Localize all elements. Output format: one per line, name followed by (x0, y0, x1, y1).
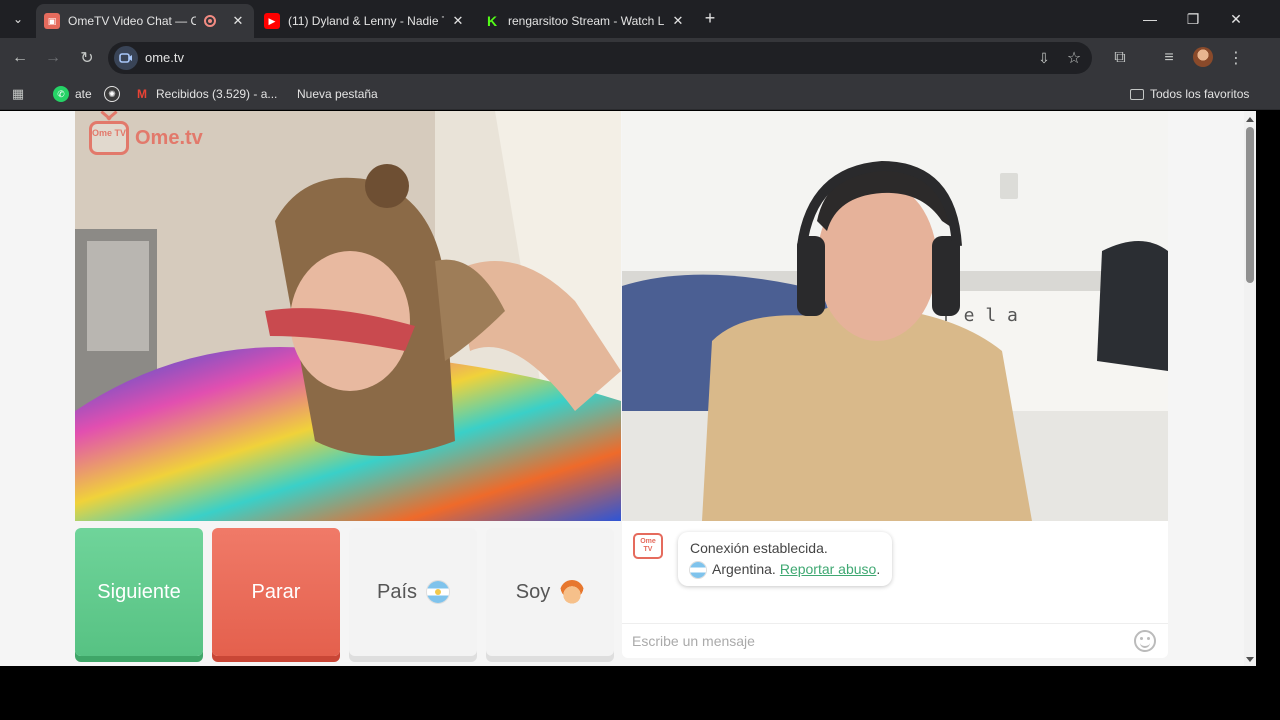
chat-panel: Ome TV Conexión establecida. Argentina. … (622, 521, 1168, 658)
new-tab-plus-icon[interactable]: + (700, 8, 720, 28)
install-app-icon[interactable]: ⇩ (1032, 46, 1056, 70)
address-bar[interactable]: ome.tv ⇩ ☆ (108, 42, 1092, 74)
close-window-icon[interactable]: ✕ (1216, 6, 1256, 32)
page-scrollbar[interactable] (1244, 111, 1256, 666)
country-button[interactable]: País (349, 528, 477, 656)
restore-icon[interactable]: ❐ (1173, 6, 1213, 32)
browser-toolbar: ← → ↻ ome.tv ⇩ ☆ ⧉ ≡ ⋮ (0, 38, 1280, 78)
url-text: ome.tv (145, 50, 185, 65)
tab-close-icon[interactable]: ✕ (670, 13, 686, 29)
next-button-label: Siguiente (97, 580, 181, 603)
tab-youtube[interactable]: ▶ (11) Dyland & Lenny - Nadie Te ✕ (256, 4, 474, 38)
message-placeholder: Escribe un mensaje (632, 633, 755, 649)
bookmark-label: Recibidos (3.529) - a... (156, 87, 278, 101)
tab-kick[interactable]: K rengarsitoo Stream - Watch Live ✕ (476, 4, 694, 38)
bookmark-new-tab[interactable]: Nueva pestaña (297, 85, 378, 103)
country-button-label: País (376, 580, 418, 603)
ometv-favicon-icon: ▣ (44, 13, 60, 29)
emoji-smiley-icon[interactable] (1134, 630, 1156, 652)
bookmark-label: Nueva pestaña (297, 87, 378, 101)
logo-text: Ome.tv (135, 126, 203, 149)
scroll-down-arrow-icon[interactable] (1246, 657, 1254, 662)
profile-avatar[interactable] (1193, 47, 1213, 67)
bookmark-chatgpt[interactable]: ✺ (104, 85, 126, 103)
system-message: Conexión establecida. Argentina. Reporta… (678, 532, 893, 586)
country-text: Argentina. (712, 561, 776, 577)
tab-close-icon[interactable]: ✕ (450, 13, 466, 29)
folder-icon (1130, 88, 1144, 100)
media-control-icon[interactable]: ≡ (1157, 46, 1181, 70)
forward-arrow-icon[interactable]: → (41, 46, 65, 70)
back-arrow-icon[interactable]: ← (8, 46, 32, 70)
ometv-page: Ome TV Ome.tv r e l a Siguiente Parar Pa… (0, 111, 1244, 666)
tab-ometv[interactable]: ▣ OmeTV Video Chat — Ome ✕ (36, 4, 254, 38)
gender-button[interactable]: Soy (486, 528, 614, 656)
message-input[interactable]: Escribe un mensaje (622, 623, 1168, 658)
stop-button[interactable]: Parar (212, 528, 340, 656)
report-abuse-link[interactable]: Reportar abuso (780, 559, 877, 580)
recording-icon (204, 15, 216, 27)
remote-video-frame (75, 111, 621, 521)
boy-emoji-icon (560, 580, 585, 604)
ometv-chat-icon: Ome TV (633, 533, 663, 559)
remote-video: Ome TV Ome.tv (75, 111, 621, 521)
screen-bottom (0, 666, 1280, 720)
gender-button-label: Soy (515, 580, 551, 603)
local-video: r e l a (622, 111, 1168, 521)
youtube-favicon-icon: ▶ (264, 13, 280, 29)
connection-text: Conexión establecida. (690, 540, 828, 556)
bookmark-star-icon[interactable]: ☆ (1062, 46, 1086, 70)
ometv-tv-icon: Ome TV (89, 121, 129, 155)
tab-title: rengarsitoo Stream - Watch Live (508, 14, 664, 28)
scroll-up-arrow-icon[interactable] (1246, 117, 1254, 122)
whatsapp-icon: ✆ (53, 86, 69, 102)
next-button[interactable]: Siguiente (75, 528, 203, 656)
bookmark-gmail[interactable]: M Recibidos (3.529) - a... (134, 85, 277, 103)
bookmarks-bar: ▦ ✆ ate ✺ M Recibidos (3.529) - a... Nue… (0, 78, 1280, 110)
reload-icon[interactable]: ↻ (75, 46, 99, 70)
menu-kebab-icon[interactable]: ⋮ (1224, 46, 1248, 70)
argentina-flag-icon (427, 581, 450, 603)
tab-search-chevron-icon[interactable]: ⌄ (6, 7, 30, 31)
apps-grid-icon[interactable]: ▦ (6, 82, 30, 106)
stop-button-label: Parar (251, 580, 301, 603)
gmail-icon: M (137, 87, 147, 101)
all-bookmarks-label: Todos los favoritos (1150, 87, 1250, 101)
kick-favicon-icon: K (484, 13, 500, 29)
minimize-icon[interactable]: — (1130, 6, 1170, 32)
extensions-puzzle-icon[interactable]: ⧉ (1108, 46, 1132, 70)
ometv-logo: Ome TV Ome.tv (89, 121, 203, 155)
chatgpt-icon: ✺ (104, 86, 120, 102)
screen-edge (1256, 111, 1280, 666)
local-video-frame: r e l a (622, 111, 1168, 521)
argentina-flag-icon (690, 561, 706, 578)
tab-title: OmeTV Video Chat — Ome (68, 14, 196, 28)
scroll-thumb[interactable] (1246, 127, 1254, 283)
report-suffix: . (876, 561, 881, 577)
all-bookmarks[interactable]: Todos los favoritos (1130, 85, 1249, 103)
tab-title: (11) Dyland & Lenny - Nadie Te (288, 14, 444, 28)
tab-bar: ⌄ ▣ OmeTV Video Chat — Ome ✕ ▶ (11) Dyla… (0, 0, 1280, 38)
site-info-icon[interactable] (114, 46, 138, 70)
tab-close-icon[interactable]: ✕ (230, 13, 246, 29)
bookmark-label: ate (75, 87, 92, 101)
bookmark-whatsapp[interactable]: ✆ ate (53, 85, 92, 103)
